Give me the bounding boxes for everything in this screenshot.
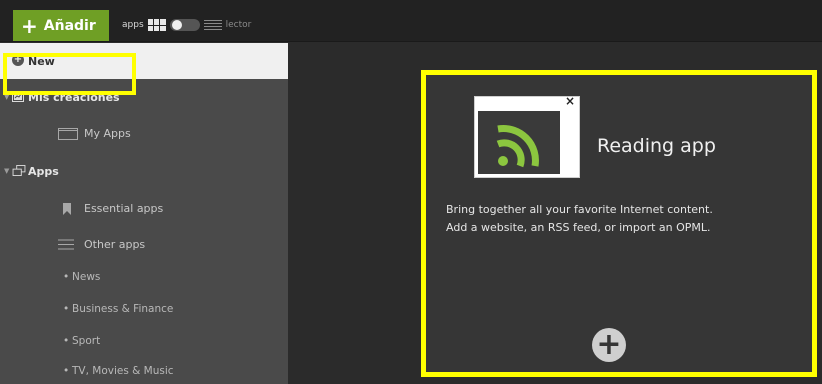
mode-label-apps: apps bbox=[122, 20, 144, 30]
highlight-box-card bbox=[421, 70, 817, 377]
caret-down-icon[interactable]: ▼ bbox=[4, 167, 9, 175]
grid-view-icon[interactable] bbox=[147, 19, 166, 31]
sidebar-category-label: Sport bbox=[72, 335, 101, 347]
sidebar-category-business-finance[interactable]: • Business & Finance bbox=[0, 293, 288, 325]
bullet-icon: • bbox=[63, 271, 70, 283]
sidebar-section-label: Apps bbox=[28, 164, 59, 178]
top-bar: + Añadir apps lector bbox=[0, 0, 822, 42]
apps-windows-icon bbox=[12, 165, 26, 176]
bullet-icon: • bbox=[63, 335, 70, 347]
bookmark-icon bbox=[63, 203, 71, 215]
sidebar-item-label: Essential apps bbox=[84, 201, 164, 215]
sidebar-category-label: Business & Finance bbox=[72, 303, 174, 315]
window-icon bbox=[58, 128, 78, 140]
mode-label-reader: lector bbox=[225, 20, 252, 30]
sidebar-category-news[interactable]: • News bbox=[0, 261, 288, 293]
view-mode-switch[interactable]: apps lector bbox=[122, 16, 251, 34]
sidebar-category-label: TV, Movies & Music bbox=[72, 364, 174, 377]
bullet-icon: • bbox=[63, 303, 70, 315]
sidebar-item-label: Other apps bbox=[84, 237, 146, 251]
list-icon bbox=[58, 239, 74, 250]
sidebar-category-label: News bbox=[72, 271, 101, 283]
sidebar-section-apps[interactable]: ▼ Apps bbox=[0, 153, 288, 189]
list-view-icon[interactable] bbox=[203, 19, 222, 31]
sidebar-item-essential-apps[interactable]: Essential apps bbox=[0, 190, 288, 226]
plus-icon: + bbox=[21, 13, 38, 38]
bullet-icon: • bbox=[63, 364, 70, 377]
sidebar-item-label: My Apps bbox=[84, 126, 131, 140]
sidebar-category-sport[interactable]: • Sport bbox=[0, 325, 288, 357]
sidebar-item-other-apps[interactable]: Other apps bbox=[0, 226, 288, 262]
sidebar-item-my-apps[interactable]: My Apps bbox=[0, 115, 288, 151]
add-button[interactable]: + Añadir bbox=[13, 10, 109, 41]
view-toggle[interactable] bbox=[169, 19, 200, 31]
sidebar-category-tv-movies-music[interactable]: • TV, Movies & Music bbox=[0, 357, 288, 384]
add-button-label: Añadir bbox=[43, 17, 96, 34]
highlight-box-new bbox=[3, 53, 136, 95]
